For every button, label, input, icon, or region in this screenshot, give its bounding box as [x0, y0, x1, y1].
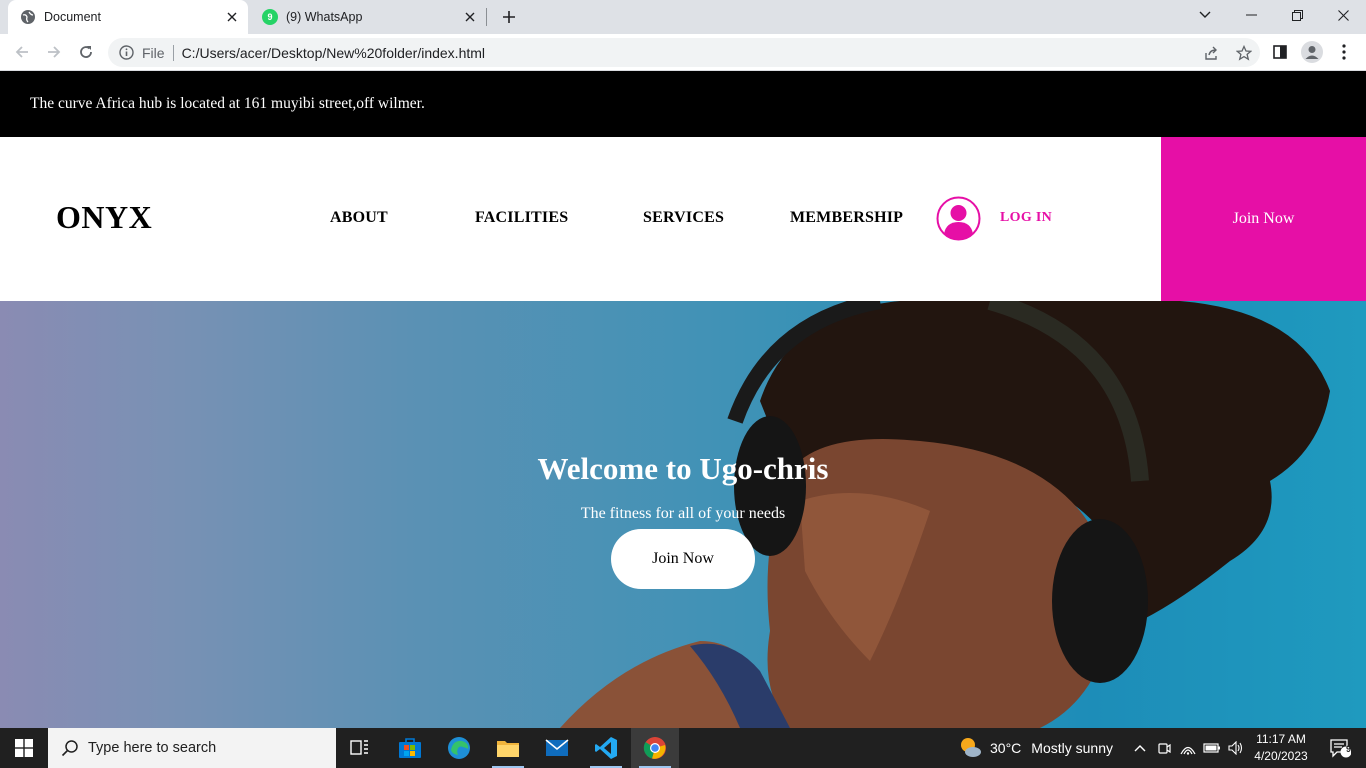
weather-desc: Mostly sunny — [1031, 740, 1113, 756]
tab-title: (9) WhatsApp — [286, 10, 363, 24]
whatsapp-icon: 9 — [262, 9, 278, 25]
side-panel-icon[interactable] — [1268, 40, 1292, 64]
hero-subtitle: The fitness for all of your needs — [580, 505, 786, 522]
announcement-text: The curve Africa hub is located at 161 m… — [30, 95, 425, 112]
menu-kebab-icon[interactable] — [1332, 40, 1356, 64]
site-logo[interactable]: ONYX — [56, 199, 152, 236]
restore-icon[interactable] — [1274, 0, 1320, 30]
address-bar[interactable]: File C:/Users/acer/Desktop/New%20folder/… — [108, 38, 1260, 67]
info-icon[interactable] — [118, 45, 134, 61]
announcement-bar: The curve Africa hub is located at 161 m… — [0, 71, 1366, 137]
site-header: ONYX ABOUT FACILITIES SERVICES MEMBERSHI… — [0, 137, 1366, 301]
nav-link-services[interactable]: SERVICES — [643, 209, 724, 227]
file-explorer-icon[interactable] — [484, 728, 532, 768]
notification-badge: 9 — [1346, 744, 1352, 754]
nav-link-facilities[interactable]: FACILITIES — [475, 209, 568, 227]
tab-title: Document — [44, 10, 101, 24]
windows-taskbar: Type here to search 30°C Mostly sunny 11… — [0, 728, 1366, 768]
meet-now-icon[interactable] — [1152, 728, 1176, 768]
share-icon[interactable] — [1196, 45, 1228, 61]
close-tab-icon[interactable] — [460, 7, 480, 27]
browser-tab-bar: Document 9 (9) WhatsApp — [0, 0, 1366, 34]
nav-link-about[interactable]: ABOUT — [330, 209, 388, 227]
close-window-icon[interactable] — [1320, 0, 1366, 30]
task-view-icon[interactable] — [336, 728, 384, 768]
scheme-label: File — [142, 44, 165, 61]
tab-document[interactable]: Document — [8, 0, 248, 34]
clock-date: 4/20/2023 — [1254, 749, 1308, 763]
hero-title: Welcome to Ugo-chris — [537, 451, 829, 486]
windows-start-icon[interactable] — [0, 728, 48, 768]
chrome-icon[interactable] — [631, 728, 679, 768]
bookmark-star-icon[interactable] — [1228, 44, 1260, 61]
clock-time: 11:17 AM — [1256, 732, 1306, 746]
system-clock[interactable]: 11:17 AM 4/20/2023 — [1248, 731, 1314, 765]
network-icon[interactable] — [1176, 728, 1200, 768]
reload-icon[interactable] — [74, 40, 98, 64]
close-tab-icon[interactable] — [222, 7, 242, 27]
weather-temp: 30°C — [990, 740, 1022, 756]
vscode-icon[interactable] — [582, 728, 630, 768]
weather-widget[interactable]: 30°C Mostly sunny — [958, 728, 1113, 768]
tab-separator — [486, 8, 487, 26]
search-icon — [60, 738, 80, 758]
taskbar-search-box[interactable]: Type here to search — [48, 728, 336, 768]
mail-icon[interactable] — [533, 728, 581, 768]
tab-search-icon[interactable] — [1182, 0, 1228, 30]
minimize-icon[interactable] — [1228, 0, 1274, 30]
tab-whatsapp[interactable]: 9 (9) WhatsApp — [250, 0, 486, 34]
profile-avatar-icon[interactable] — [1300, 40, 1324, 64]
browser-toolbar: File C:/Users/acer/Desktop/New%20folder/… — [0, 34, 1366, 71]
battery-icon[interactable] — [1200, 728, 1224, 768]
join-now-header-button[interactable]: Join Now — [1161, 137, 1366, 301]
url-text[interactable]: C:/Users/acer/Desktop/New%20folder/index… — [182, 45, 485, 61]
join-now-label: Join Now — [1232, 210, 1295, 227]
search-placeholder: Type here to search — [88, 740, 217, 756]
hero-section: Welcome to Ugo-chris The fitness for all… — [0, 301, 1366, 728]
join-now-label: Join Now — [652, 550, 714, 567]
nav-link-membership[interactable]: MEMBERSHIP — [790, 209, 903, 227]
user-avatar-icon[interactable] — [936, 196, 981, 241]
forward-arrow-icon[interactable] — [42, 40, 66, 64]
back-arrow-icon[interactable] — [10, 40, 34, 64]
join-now-hero-button[interactable]: Join Now — [611, 529, 755, 589]
volume-icon[interactable] — [1224, 728, 1248, 768]
address-separator — [172, 44, 174, 61]
globe-icon — [20, 9, 36, 25]
login-link[interactable]: LOG IN — [1000, 210, 1052, 226]
microsoft-store-icon[interactable] — [386, 728, 434, 768]
sun-cloud-icon — [958, 736, 982, 761]
notification-center-icon[interactable]: 9 — [1320, 728, 1360, 768]
edge-browser-icon[interactable] — [435, 728, 483, 768]
new-tab-button[interactable] — [498, 6, 520, 28]
chevron-up-icon[interactable] — [1128, 728, 1152, 768]
